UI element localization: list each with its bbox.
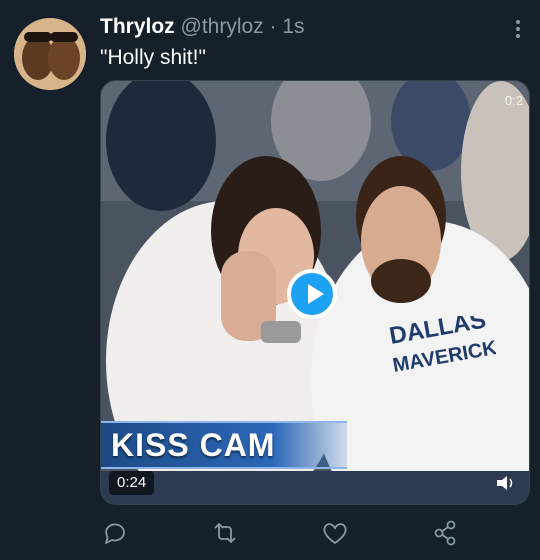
more-options-icon[interactable] <box>510 18 526 40</box>
tweet-header: Thryloz @thryloz · 1s <box>100 14 524 40</box>
share-icon[interactable] <box>430 518 460 548</box>
separator: · <box>269 15 277 38</box>
banner-text: KISS CAM <box>111 427 276 463</box>
kiss-cam-banner: KISS CAM <box>101 421 347 469</box>
video-player[interactable]: 0:2 DALLAS MAVERICK KISS CAM 0:24 <box>100 80 530 505</box>
play-button[interactable] <box>287 269 337 319</box>
like-icon[interactable] <box>320 518 350 548</box>
tweet-time[interactable]: 1s <box>282 15 304 38</box>
video-duration: 0:24 <box>109 471 155 495</box>
shirt-print: DALLAS MAVERICK <box>387 316 496 377</box>
tweet-text: "Holly shit!" <box>100 46 206 69</box>
video-progress-time: 0:2 <box>504 93 523 108</box>
volume-icon[interactable] <box>497 475 515 491</box>
tweet-actions <box>100 518 500 548</box>
user-handle[interactable]: @thryloz <box>181 15 264 38</box>
avatar[interactable] <box>14 18 86 90</box>
retweet-icon[interactable] <box>210 518 240 548</box>
display-name[interactable]: Thryloz <box>100 15 175 38</box>
reply-icon[interactable] <box>100 518 130 548</box>
